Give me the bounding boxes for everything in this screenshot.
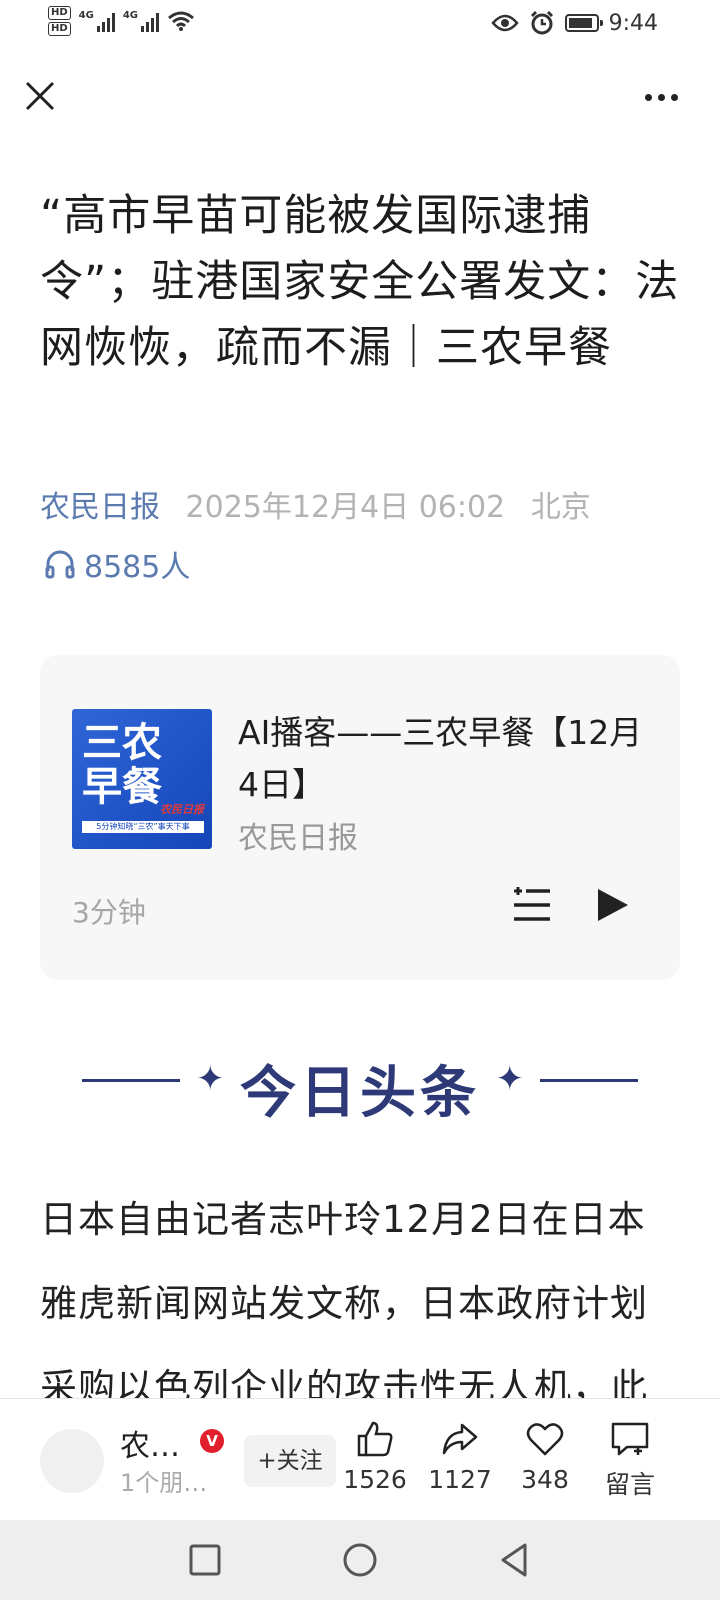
status-left-icons: HD HD 4G 4G bbox=[48, 6, 195, 36]
podcast-cover-image: 三农 早餐 农民日报 5分钟知晓“三农”事天下事 bbox=[72, 709, 212, 849]
article-body: 日本自由记者志叶玲12月2日在日本雅虎新闻网站发文称，日本政府计划采购以色列企业… bbox=[40, 1198, 648, 1398]
more-icon-dot bbox=[670, 93, 678, 101]
hd-1-indicator: HD bbox=[48, 6, 71, 20]
comment-label: 留言 bbox=[604, 1470, 655, 1499]
cover-subtitle: 5分钟知晓“三农”事天下事 bbox=[82, 821, 204, 833]
heart-icon bbox=[526, 1423, 564, 1456]
playlist-icon bbox=[514, 887, 550, 921]
listener-count[interactable]: 8585人 bbox=[44, 542, 190, 586]
cover-seal: 农民日报 bbox=[160, 803, 204, 816]
battery-icon bbox=[564, 14, 603, 32]
more-button[interactable] bbox=[636, 82, 686, 112]
follow-button[interactable]: +关注 bbox=[244, 1435, 336, 1487]
favorite-count: 348 bbox=[521, 1465, 569, 1494]
alarm-icon bbox=[530, 10, 553, 35]
article-title: “高市早苗可能被发国际逮捕令”；驻港国家安全公署发文：法网恢恢，疏而不漏｜三农早… bbox=[40, 191, 680, 373]
podcast-card[interactable]: 三农 早餐 农民日报 5分钟知晓“三农”事天下事 AI播客——三农早餐【12月4… bbox=[40, 655, 680, 980]
share-icon bbox=[442, 1423, 478, 1455]
listener-count-text: 8585人 bbox=[84, 550, 191, 585]
hd-indicators: HD HD bbox=[48, 6, 71, 36]
wifi-icon bbox=[168, 11, 194, 31]
recent-apps-button[interactable] bbox=[185, 1540, 225, 1580]
article-source-link[interactable]: 农民日报 bbox=[40, 490, 160, 525]
hd-2-indicator: HD bbox=[48, 22, 71, 36]
triangle-back-icon bbox=[501, 1543, 527, 1577]
article-datetime: 2025年12月4日 06:02 bbox=[185, 490, 506, 525]
podcast-duration: 3分钟 bbox=[72, 896, 146, 929]
section-divider-right bbox=[540, 1079, 638, 1082]
comment-button[interactable]: 留言 bbox=[585, 1419, 675, 1501]
close-icon bbox=[25, 81, 55, 111]
play-button[interactable] bbox=[590, 883, 634, 927]
cover-line-1: 三农 bbox=[82, 720, 162, 766]
cover-line-2: 早餐 bbox=[82, 764, 162, 810]
system-nav-bar bbox=[0, 1520, 720, 1600]
home-button[interactable] bbox=[340, 1540, 380, 1580]
account-name[interactable]: 农… bbox=[120, 1421, 180, 1465]
article-location: 北京 bbox=[530, 490, 591, 525]
like-button[interactable]: 1526 bbox=[330, 1419, 420, 1494]
circle-nav-icon bbox=[343, 1543, 377, 1577]
thumbs-up-icon bbox=[357, 1421, 393, 1457]
article-meta: 农民日报 2025年12月4日 06:02 北京 bbox=[40, 482, 591, 526]
like-count: 1526 bbox=[343, 1465, 407, 1494]
signal-1-icon: 4G bbox=[79, 10, 115, 32]
share-count: 1127 bbox=[428, 1465, 492, 1494]
status-time: 9:44 bbox=[608, 10, 658, 36]
playlist-button[interactable] bbox=[510, 883, 554, 927]
podcast-source: 农民日报 bbox=[238, 821, 358, 856]
headphones-icon bbox=[45, 550, 75, 579]
status-bar: HD HD 4G 4G 9:44 bbox=[0, 0, 720, 48]
favorite-button[interactable]: 348 bbox=[500, 1419, 590, 1494]
comment-icon bbox=[611, 1422, 649, 1456]
more-icon-dot bbox=[644, 93, 652, 101]
podcast-title: AI播客——三农早餐【12月4日】 bbox=[238, 713, 643, 804]
article-body-viewport: 日本自由记者志叶玲12月2日在日本雅虎新闻网站发文称，日本政府计划采购以色列企业… bbox=[0, 1100, 720, 1398]
account-subtext: 1个朋… bbox=[120, 1469, 208, 1497]
status-right-icons: 9:44 bbox=[490, 10, 658, 36]
bottom-action-bar: 农… V 1个朋… +关注 1526 1127 348 留言 bbox=[0, 1398, 720, 1521]
verified-badge: V bbox=[200, 1429, 224, 1453]
eye-icon bbox=[490, 14, 519, 32]
star-icon: ✦ bbox=[495, 1059, 525, 1099]
signal-2-icon: 4G bbox=[122, 10, 160, 32]
back-button[interactable] bbox=[495, 1540, 535, 1580]
play-icon bbox=[598, 889, 628, 921]
close-button[interactable] bbox=[20, 76, 60, 116]
network-1-label: 4G bbox=[78, 10, 94, 21]
more-icon-dot bbox=[657, 93, 665, 101]
square-nav-icon bbox=[189, 1544, 221, 1576]
avatar[interactable] bbox=[40, 1429, 104, 1493]
top-bar bbox=[0, 60, 720, 130]
network-2-label: 4G bbox=[122, 10, 139, 21]
share-button[interactable]: 1127 bbox=[415, 1419, 505, 1494]
